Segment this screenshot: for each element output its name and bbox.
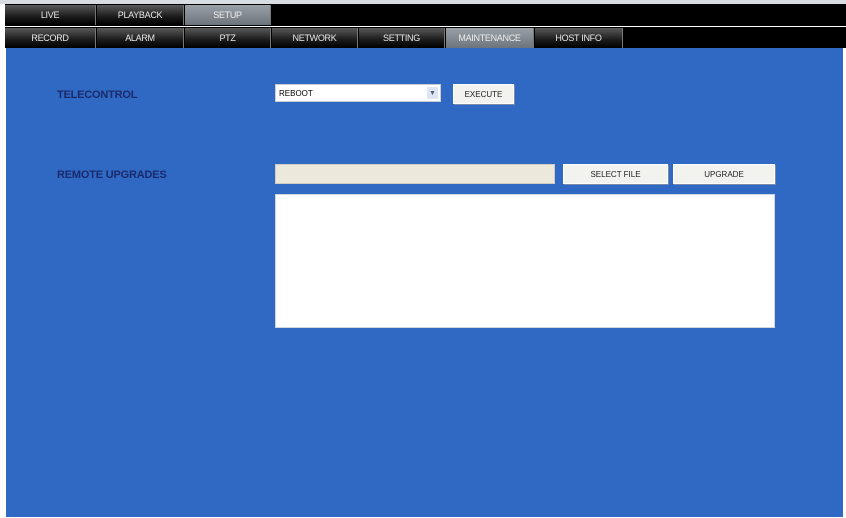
tab-record[interactable]: RECORD [5,28,96,48]
remote-upgrades-label: REMOTE UPGRADES [57,169,167,181]
select-file-button[interactable]: SELECT FILE [563,164,668,184]
upgrade-button[interactable]: UPGRADE [673,164,775,184]
execute-button[interactable]: EXECUTE [453,84,514,104]
tab-setting[interactable]: SETTING [359,28,445,48]
tab-alarm[interactable]: ALARM [97,28,184,48]
tab-playback[interactable]: PLAYBACK [97,5,184,25]
sub-tab-bar: RECORD ALARM PTZ NETWORK SETTING MAINTEN… [5,27,846,48]
tab-live[interactable]: LIVE [5,5,96,25]
tab-ptz[interactable]: PTZ [185,28,271,48]
tab-maintenance[interactable]: MAINTENANCE [446,28,534,48]
upgrade-log-textarea[interactable] [275,194,775,328]
chevron-down-icon[interactable]: ▼ [427,87,438,99]
tab-setup[interactable]: SETUP [185,5,271,25]
telecontrol-select[interactable]: REBOOT ▼ [275,84,441,102]
telecontrol-selected-value: REBOOT [279,88,313,98]
main-tab-bar: LIVE PLAYBACK SETUP [5,4,846,26]
telecontrol-label: TELECONTROL [57,89,138,101]
upgrade-file-input[interactable] [275,164,555,184]
tab-host-info[interactable]: HOST INFO [535,28,623,48]
tab-network[interactable]: NETWORK [272,28,358,48]
